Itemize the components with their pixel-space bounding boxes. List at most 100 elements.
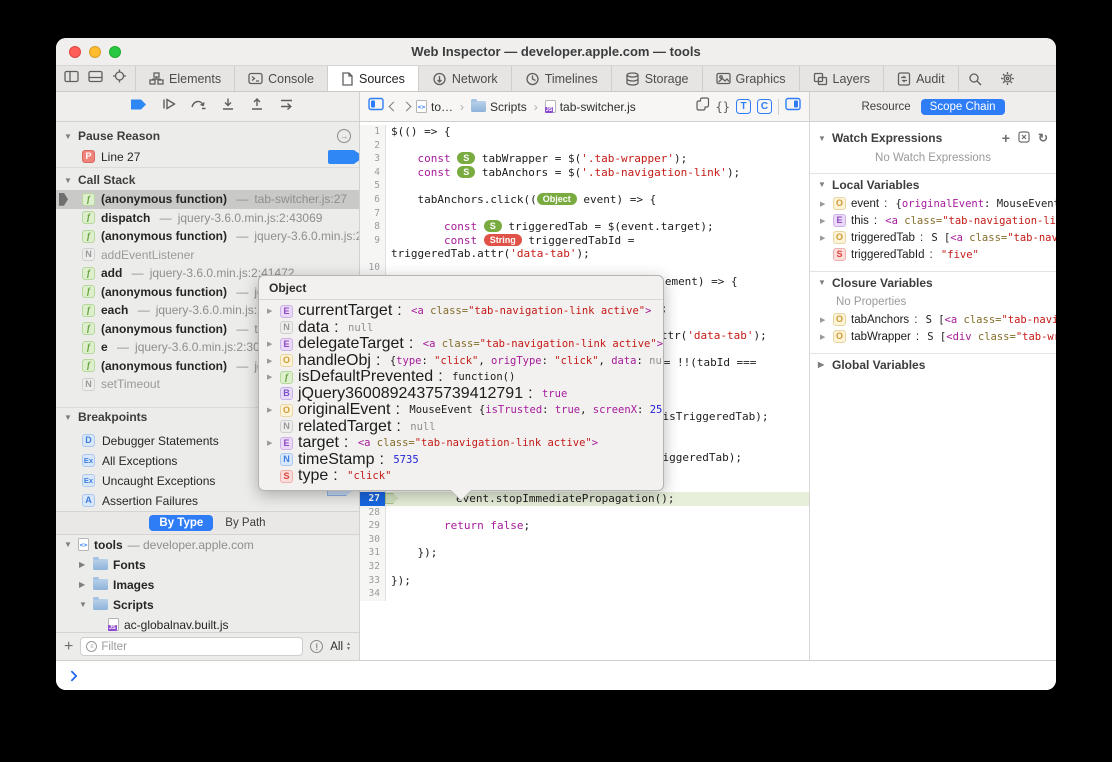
disclosure-icon[interactable]: ▼	[818, 180, 827, 189]
code-line[interactable]: 3 const S tabWrapper = $('.tab-wrapper')…	[360, 152, 809, 166]
copy-icon[interactable]	[695, 97, 710, 116]
search-icon[interactable]	[959, 66, 991, 91]
element-picker-icon[interactable]	[112, 69, 127, 88]
pause-reason-row[interactable]: P Line 27	[56, 146, 359, 168]
local-variable-row[interactable]: StriggeredTabId: "five"	[810, 246, 1056, 263]
popover-property-row[interactable]: NtimeStamp: 5735	[259, 452, 663, 469]
gear-icon[interactable]	[991, 66, 1024, 91]
line-number-gutter[interactable]: 31	[360, 546, 386, 560]
tab-layers[interactable]: Layers	[800, 66, 885, 91]
line-number-gutter[interactable]: 9	[360, 233, 386, 248]
code-line[interactable]: 28	[360, 505, 809, 520]
goto-line-icon[interactable]: →	[337, 129, 351, 143]
breakpoints-toggle-icon[interactable]	[130, 98, 148, 116]
local-variable-row[interactable]: ▶OtriggeredTab: S [<a class="tab-navigat…	[810, 229, 1056, 246]
step-over-icon[interactable]	[190, 97, 207, 116]
code-line[interactable]: 2	[360, 138, 809, 153]
closure-variable-row[interactable]: ▶OtabWrapper: S [<div class="tab-wrapper…	[810, 328, 1056, 345]
tree-item-tools[interactable]: ▼ <> tools — developer.apple.com	[56, 535, 359, 555]
step-out-icon[interactable]	[249, 97, 265, 116]
watch-expressions-header[interactable]: ▼ Watch Expressions + ↻	[810, 127, 1056, 149]
call-stack-header[interactable]: ▼ Call Stack	[56, 170, 359, 190]
popover-property-row[interactable]: ▶ OhandleObj: {type: "click", origType: "…	[259, 353, 663, 370]
popover-property-row[interactable]: BjQuery36008924375739412791: true	[259, 386, 663, 403]
code-line[interactable]: 7	[360, 206, 809, 221]
expand-icon[interactable]: ▶	[820, 316, 828, 324]
tab-console[interactable]: Console	[235, 66, 328, 91]
navigate-forward-icon[interactable]	[401, 101, 412, 112]
disclosure-icon[interactable]: ▼	[64, 176, 73, 185]
scope-select[interactable]: All ▲ ▼	[330, 641, 351, 653]
step-into-icon[interactable]	[220, 97, 236, 116]
add-watch-icon[interactable]: +	[1002, 130, 1010, 146]
popover-property-row[interactable]: ▶ f isDefaultPrevented: function()	[259, 369, 663, 386]
code-line[interactable]: 29 return false;	[360, 519, 809, 533]
tab-elements[interactable]: Elements	[136, 66, 236, 91]
code-line[interactable]: 1 $(() => {	[360, 125, 809, 139]
closure-variables-header[interactable]: ▼ Closure Variables	[810, 271, 1056, 293]
clear-watch-icon[interactable]	[1018, 130, 1030, 146]
code-line[interactable]: 33});	[360, 573, 809, 588]
toggle-left-sidebar-icon[interactable]	[368, 97, 384, 116]
disclosure-icon[interactable]: ▼	[818, 278, 827, 287]
tab-timelines[interactable]: Timelines	[512, 66, 612, 91]
popover-property-row[interactable]: NrelatedTarget: null	[259, 419, 663, 436]
line-number-gutter[interactable]: 10	[360, 260, 386, 275]
breadcrumb-item-scripts[interactable]: Scripts	[471, 99, 527, 114]
line-number-gutter[interactable]: 1	[360, 125, 386, 139]
local-variable-row[interactable]: ▶Ethis: <a class="tab-navigation-link ac…	[810, 212, 1056, 229]
minimize-button[interactable]	[89, 46, 101, 58]
line-number-gutter[interactable]: 8	[360, 220, 386, 234]
code-line[interactable]: 32	[360, 560, 809, 574]
expand-icon[interactable]: ▶	[267, 307, 275, 315]
code-line[interactable]: 4 const S tabAnchors = $('.tab-navigatio…	[360, 165, 809, 180]
tab-resource[interactable]: Resource	[861, 101, 910, 113]
expand-icon[interactable]: ▶	[820, 200, 828, 208]
code-line[interactable]: 9 const String triggeredTabId =	[360, 233, 809, 248]
code-line[interactable]: 6 tabAnchors.click((Object event) => {	[360, 192, 809, 207]
tab-graphics[interactable]: Graphics	[703, 66, 800, 91]
disclosure-icon[interactable]: ▼	[64, 132, 73, 141]
code-coverage-icon[interactable]: C	[757, 99, 772, 114]
pause-reason-header[interactable]: ▼ Pause Reason →	[56, 126, 359, 146]
refresh-icon[interactable]: ↻	[1038, 131, 1048, 145]
expand-icon[interactable]: ▶	[267, 439, 275, 447]
expand-icon[interactable]: ▶	[267, 373, 275, 381]
pretty-print-icon[interactable]: {}	[716, 100, 730, 114]
expand-icon[interactable]: ▶	[820, 333, 828, 341]
code-line[interactable]: triggeredTab.attr('data-tab');	[360, 247, 809, 261]
breadcrumb-item-tools[interactable]: <> to…	[416, 100, 453, 114]
line-number-gutter[interactable]	[360, 247, 386, 261]
disclosure-icon[interactable]: ▼	[818, 134, 827, 143]
tree-item-fonts[interactable]: ▶ Fonts	[56, 555, 359, 575]
expand-icon[interactable]: ▶	[820, 217, 828, 225]
quick-console[interactable]	[56, 660, 1056, 690]
zoom-button[interactable]	[109, 46, 121, 58]
tree-item-images[interactable]: ▶ Images	[56, 575, 359, 595]
line-number-gutter[interactable]: 30	[360, 532, 386, 547]
line-number-gutter[interactable]: 33	[360, 573, 386, 588]
expand-icon[interactable]: ▶	[820, 234, 828, 242]
disclosure-icon[interactable]: ▶	[818, 360, 827, 369]
code-line[interactable]: 27 event.stopImmediatePropagation();	[360, 492, 809, 506]
line-number-gutter[interactable]: 7	[360, 206, 386, 221]
by-path-button[interactable]: By Path	[225, 517, 265, 529]
line-number-gutter[interactable]: 4	[360, 165, 386, 180]
call-stack-frame[interactable]: f(anonymous function) — jquery-3.6.0.min…	[56, 227, 359, 246]
global-variables-header[interactable]: ▶ Global Variables	[810, 353, 1056, 375]
line-number-gutter[interactable]: 3	[360, 152, 386, 166]
type-profiling-icon[interactable]: T	[736, 99, 751, 114]
popover-property-row[interactable]: ▶ EcurrentTarget: <a class="tab-navigatio…	[259, 303, 663, 320]
local-variables-header[interactable]: ▼ Local Variables	[810, 173, 1056, 195]
step-icon[interactable]	[278, 97, 295, 116]
disclosure-icon[interactable]: ▼	[64, 413, 73, 422]
disclosure-icon[interactable]: ▶	[79, 580, 88, 589]
closure-variable-row[interactable]: ▶OtabAnchors: S [<a class="tab-navigatio…	[810, 311, 1056, 328]
disclosure-icon[interactable]: ▶	[79, 560, 88, 569]
continue-icon[interactable]	[161, 97, 177, 116]
line-number-gutter[interactable]: 2	[360, 138, 386, 153]
code-line[interactable]: 34	[360, 587, 809, 601]
call-stack-frame[interactable]: NaddEventListener	[56, 246, 359, 265]
tab-scope-chain[interactable]: Scope Chain	[920, 98, 1005, 115]
code-line[interactable]: 5	[360, 179, 809, 193]
